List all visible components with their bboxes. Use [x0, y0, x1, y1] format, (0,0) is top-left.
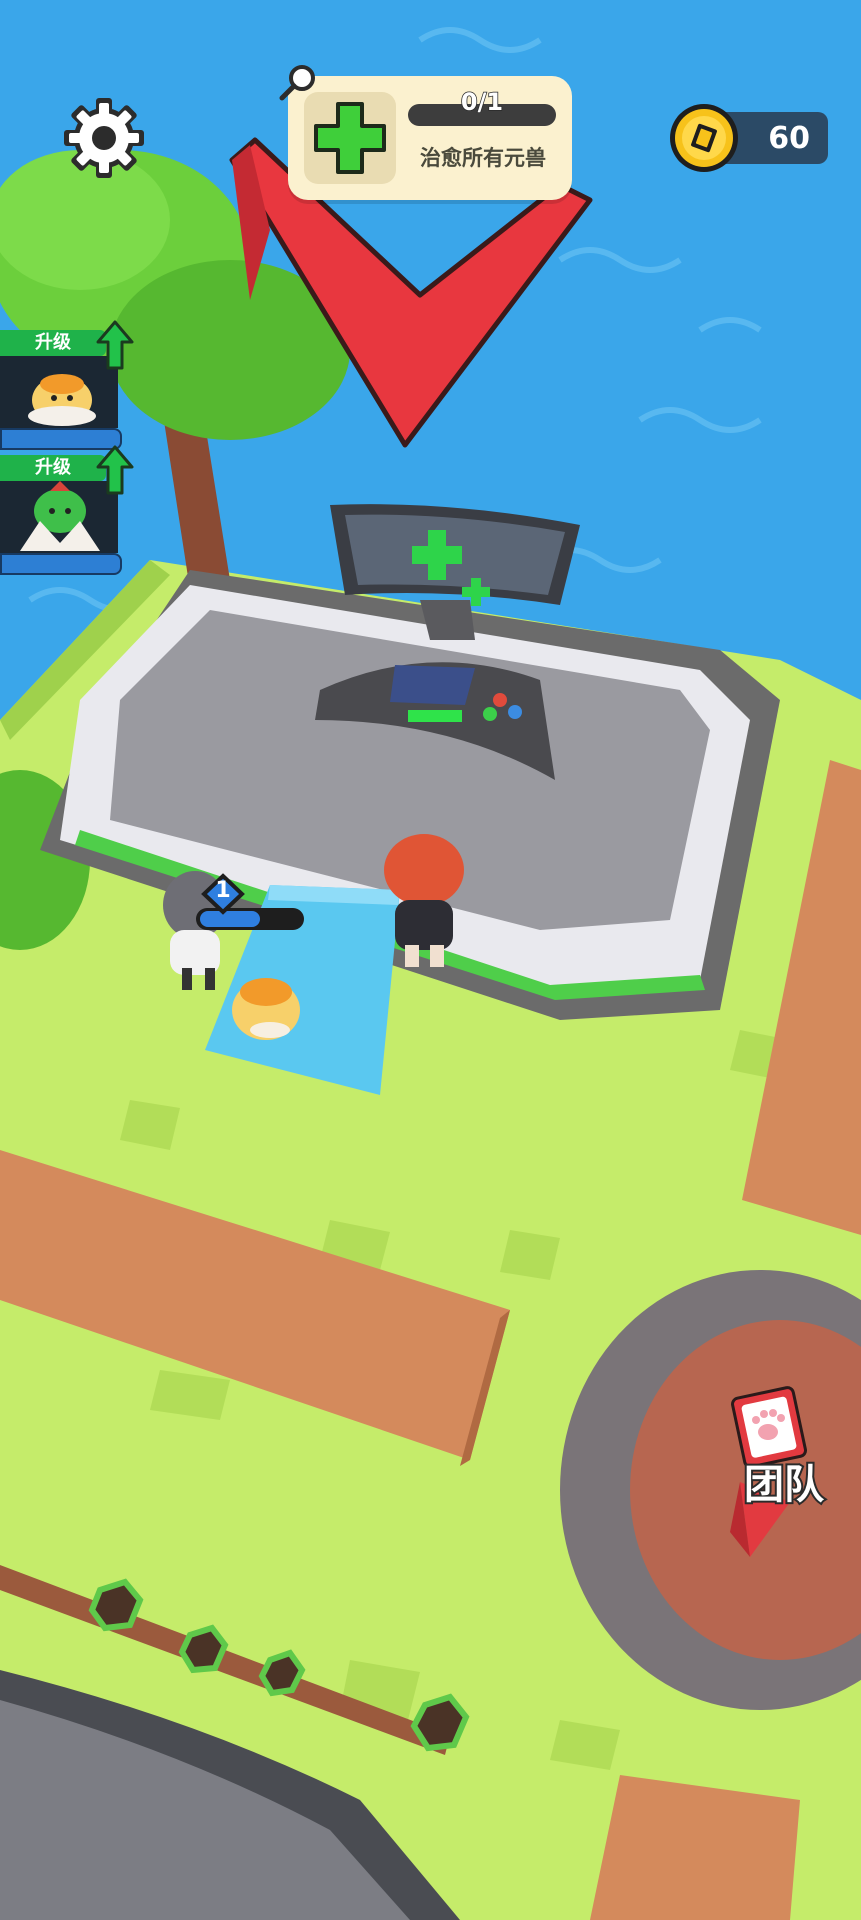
team-button[interactable]: 团队 [720, 1382, 840, 1562]
coin-counter: 60 [670, 104, 828, 172]
quest-panel[interactable]: 0/1 治愈所有元兽 [279, 65, 572, 200]
coin-amount: 60 [768, 121, 810, 156]
level-number: 1 [215, 878, 231, 903]
quest-icon-box [304, 92, 396, 184]
gear-icon [64, 98, 144, 178]
settings-button[interactable] [62, 96, 146, 180]
upgrade-card-plant[interactable]: 升级 [0, 445, 134, 575]
green-cross-icon [314, 102, 386, 174]
upgrade-card-chick[interactable]: 升级 [0, 320, 134, 450]
green-up-arrow-icon [96, 320, 134, 370]
chick-monster [232, 978, 300, 1040]
upgrade-progress-bar [0, 553, 122, 575]
upgrade-label: 升级 [0, 330, 106, 356]
dirt-path-bottom [590, 1775, 800, 1920]
quest-description: 治愈所有元兽 [420, 146, 546, 170]
quest-progress-text: 0/1 [460, 87, 504, 117]
level-badge: 1 [196, 872, 306, 932]
upgrade-label: 升级 [0, 455, 106, 481]
gold-coin-icon [670, 104, 738, 172]
green-up-arrow-icon [96, 445, 134, 495]
team-label: 团队 [742, 1460, 826, 1510]
game-scene [0, 0, 861, 1920]
